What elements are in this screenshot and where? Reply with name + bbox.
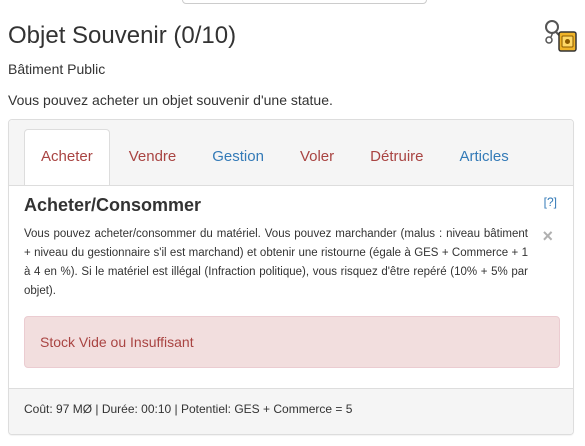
tab-voler[interactable]: Voler: [283, 129, 351, 185]
page-description: Vous pouvez acheter un objet souvenir d'…: [8, 92, 333, 108]
tab-vendre[interactable]: Vendre: [112, 129, 194, 185]
cost-info: Coût: 97 MØ | Durée: 00:10 | Potentiel: …: [24, 402, 353, 416]
building-type: Bâtiment Public: [8, 61, 106, 77]
keychain-icon: [543, 18, 579, 54]
action-panel: Acheter Vendre Gestion Voler Détruire Ar…: [8, 119, 574, 435]
info-text: Vous pouvez acheter/consommer du matérie…: [24, 228, 528, 297]
stock-alert: Stock Vide ou Insuffisant: [24, 316, 560, 368]
tab-detruire[interactable]: Détruire: [353, 129, 440, 185]
tab-bar: Acheter Vendre Gestion Voler Détruire Ar…: [24, 129, 558, 185]
help-link[interactable]: [?]: [544, 195, 557, 209]
top-input-stub: [182, 0, 427, 4]
page-title: Objet Souvenir (0/10): [8, 22, 237, 49]
panel-footer: Coût: 97 MØ | Durée: 00:10 | Potentiel: …: [9, 388, 573, 434]
tab-gestion[interactable]: Gestion: [195, 129, 281, 185]
tab-acheter[interactable]: Acheter: [24, 129, 110, 185]
panel-heading: Acheter Vendre Gestion Voler Détruire Ar…: [9, 120, 573, 186]
tab-articles[interactable]: Articles: [443, 129, 526, 185]
panel-body: Acheter/Consommer [?] × Vous pouvez ache…: [9, 186, 573, 388]
close-icon[interactable]: ×: [542, 227, 553, 245]
section-title: Acheter/Consommer: [24, 195, 202, 215]
